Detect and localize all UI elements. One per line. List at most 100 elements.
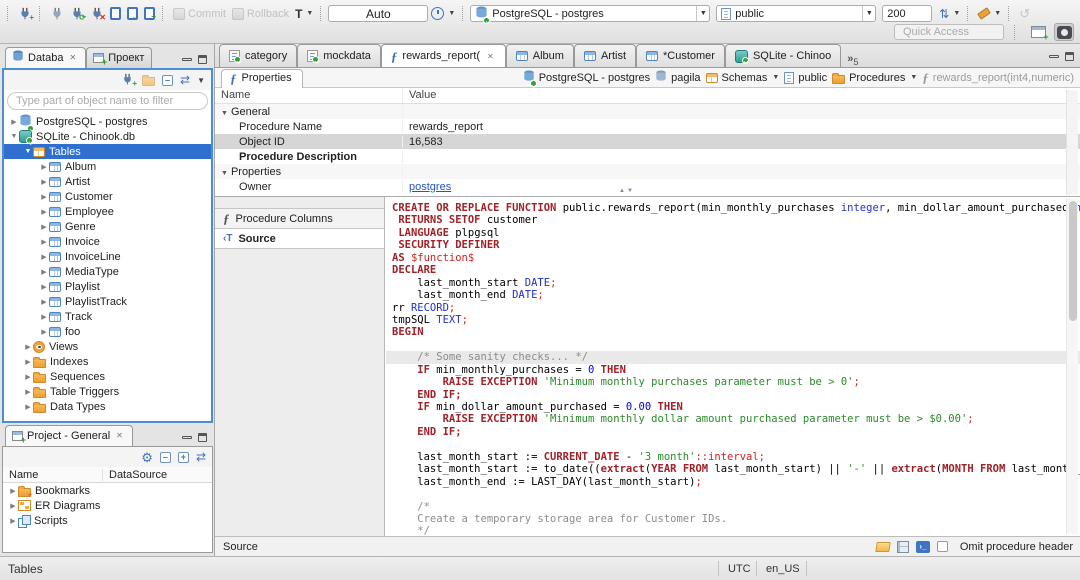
expander-icon[interactable]: ▶ [9, 118, 19, 126]
tree-item-customer[interactable]: ▶ Customer [4, 189, 211, 204]
transaction-mode-combo[interactable]: Auto [328, 5, 429, 22]
tree-item-scripts[interactable]: ▶ Scripts [3, 513, 212, 528]
expander-icon[interactable]: ▶ [39, 268, 49, 276]
collapse-all-icon[interactable]: – [162, 74, 174, 86]
status-locale[interactable]: en_US [766, 563, 800, 575]
new-connection-button[interactable]: + [15, 6, 35, 22]
new-folder-icon[interactable] [142, 75, 156, 86]
breadcrumb-schema-public[interactable]: public [784, 71, 827, 84]
tree-item-genre[interactable]: ▶ Genre [4, 219, 211, 234]
tab-database-navigator[interactable]: Databa ✕ [5, 47, 87, 68]
expander-icon[interactable]: ▼ [221, 110, 228, 117]
close-icon[interactable]: ✕ [67, 52, 78, 63]
link-with-editor-icon[interactable]: ⇄ [180, 74, 190, 86]
transaction-log-button[interactable]: T ▼ [292, 7, 316, 21]
expander-icon[interactable]: ▶ [23, 388, 33, 396]
code-scrollbar[interactable] [1066, 199, 1078, 534]
tree-item-views[interactable]: ▶ Views [4, 339, 211, 354]
tree-item-foo[interactable]: ▶ foo [4, 324, 211, 339]
save-to-file-icon[interactable] [896, 540, 909, 553]
tree-item-album[interactable]: ▶ Album [4, 159, 211, 174]
refresh-button[interactable]: ⇅ ▼ [936, 7, 963, 21]
expander-icon[interactable]: ▶ [39, 163, 49, 171]
tree-item-playlist[interactable]: ▶ Playlist [4, 279, 211, 294]
tab-album[interactable]: Album [505, 44, 574, 67]
expander-icon[interactable]: ▶ [8, 517, 18, 525]
rollback-button[interactable]: Rollback [229, 7, 292, 21]
expander-icon[interactable]: ▶ [39, 313, 49, 321]
prop-row-object-id[interactable]: Object ID 16,583 [215, 134, 1080, 149]
new-connection-icon[interactable]: + [121, 73, 137, 88]
tree-item-postgres[interactable]: ▶ PostgreSQL - postgres [4, 114, 211, 132]
prop-group-general[interactable]: ▼ General [215, 104, 1080, 119]
maximize-icon[interactable] [198, 55, 207, 64]
active-connection-combo[interactable]: PostgreSQL - postgres ▼ [470, 5, 711, 24]
tab-source[interactable]: ‹T Source [215, 228, 384, 249]
expander-icon[interactable]: ▼ [221, 170, 228, 177]
load-from-file-icon[interactable] [875, 541, 891, 552]
expander-icon[interactable]: ▶ [39, 178, 49, 186]
maximize-icon[interactable] [198, 433, 207, 442]
tree-item-sqlite[interactable]: ▼ SQLite - Chinook.db [4, 129, 211, 144]
open-sql-script-button[interactable]: → [124, 6, 141, 21]
owner-link[interactable]: postgres [409, 181, 451, 193]
disconnect-button[interactable]: ✕ [87, 6, 107, 22]
minimize-icon[interactable] [182, 58, 192, 61]
tab-sqlite-chinook[interactable]: SQLite - Chinoo [724, 44, 842, 67]
expander-icon[interactable]: ▶ [39, 238, 49, 246]
tree-item-track[interactable]: ▶ Track [4, 309, 211, 324]
tree-item-er-diagrams[interactable]: ▶ ER Diagrams [3, 498, 212, 513]
dbeaver-perspective-button[interactable] [1054, 23, 1074, 41]
expander-icon[interactable]: ▶ [23, 373, 33, 381]
undo-button[interactable]: ↺ [1016, 6, 1033, 21]
breadcrumb-database[interactable]: pagila [655, 70, 701, 85]
expander-icon[interactable]: ▶ [23, 403, 33, 411]
expander-icon[interactable]: ▶ [39, 328, 49, 336]
tree-item-invoice[interactable]: ▶ Invoice [4, 234, 211, 249]
tree-item-playlisttrack[interactable]: ▶ PlaylistTrack [4, 294, 211, 309]
close-icon[interactable]: ✕ [114, 430, 125, 441]
quick-access-input[interactable]: Quick Access [894, 24, 1004, 40]
expander-icon[interactable]: ▶ [39, 253, 49, 261]
breadcrumb-connection[interactable]: PostgreSQL - postgres [523, 70, 650, 87]
close-icon[interactable]: ✕ [485, 51, 496, 62]
expander-icon[interactable]: ▶ [23, 343, 33, 351]
expander-icon[interactable]: ▶ [39, 208, 49, 216]
expander-icon[interactable]: ▶ [8, 487, 18, 495]
commit-button[interactable]: Commit [170, 7, 229, 21]
tab-projects[interactable]: Проект [86, 47, 153, 68]
tab-category[interactable]: category [219, 44, 298, 67]
reconnect-button[interactable]: ⟳ [67, 6, 87, 22]
breadcrumb-procedure[interactable]: ƒ rewards_report(int4,numeric) [922, 71, 1074, 84]
prop-row-procedure-description[interactable]: Procedure Description [215, 149, 1080, 164]
sql-editor-button[interactable] [107, 6, 124, 21]
breadcrumb-procedures[interactable]: Procedures ▼ [832, 72, 917, 84]
expander-icon[interactable]: ▶ [39, 283, 49, 291]
link-with-editor-icon[interactable]: ⇄ [196, 451, 206, 463]
sql-code[interactable]: CREATE OR REPLACE FUNCTION public.reward… [386, 197, 1080, 536]
expander-icon[interactable]: ▶ [39, 298, 49, 306]
splitter-arrows-icon[interactable]: ▲▼ [619, 188, 635, 194]
prop-row-owner[interactable]: Owner postgres [215, 179, 1080, 194]
column-name[interactable]: Name [215, 89, 403, 103]
column-value[interactable]: Value [403, 89, 436, 103]
open-perspective-button[interactable] [1028, 23, 1049, 42]
view-menu-icon[interactable]: ▼ [197, 76, 205, 85]
breadcrumb-schemas[interactable]: Schemas ▼ [705, 72, 779, 84]
collapse-all-icon[interactable]: – [159, 451, 171, 463]
minimize-icon[interactable] [182, 436, 192, 439]
new-sql-editor-button[interactable]: + [141, 6, 158, 21]
tree-item-data-types[interactable]: ▶ Data Types [4, 399, 211, 414]
tab-procedure-columns[interactable]: ƒ Procedure Columns [215, 208, 384, 229]
column-name[interactable]: Name [3, 468, 103, 481]
format-button[interactable]: ▼ [975, 7, 1004, 20]
maximize-icon[interactable] [1065, 52, 1074, 61]
prop-row-procedure-name[interactable]: Procedure Name rewards_report [215, 119, 1080, 134]
tab-project-general[interactable]: Project - General ✕ [5, 425, 133, 446]
tab-customer[interactable]: *Customer [636, 44, 725, 67]
column-datasource[interactable]: DataSource [103, 469, 167, 481]
expander-icon[interactable]: ▶ [39, 193, 49, 201]
expander-icon[interactable]: ▶ [39, 223, 49, 231]
expander-icon[interactable]: ▶ [8, 502, 18, 510]
fetch-size-input[interactable]: 200 [882, 5, 933, 22]
